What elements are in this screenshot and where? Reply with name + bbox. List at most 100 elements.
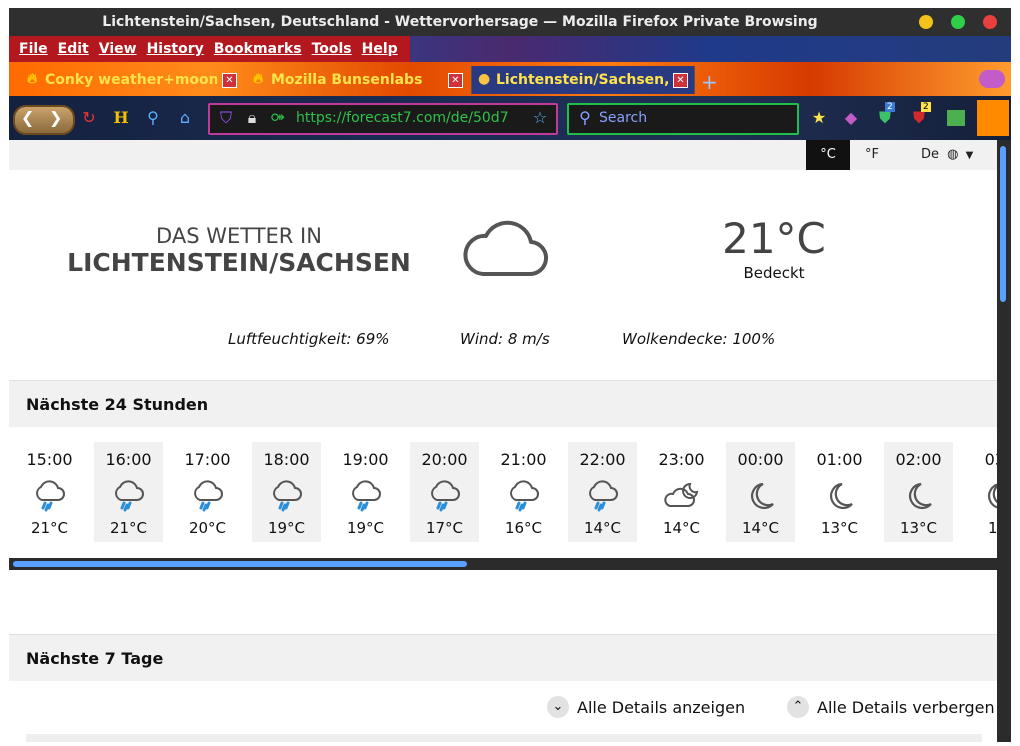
hourly-time: 21:00 — [500, 450, 547, 469]
home-icon[interactable]: ⌂ — [175, 108, 195, 128]
menu-tools[interactable]: Tools — [308, 36, 358, 62]
chevron-down-icon: ▼ — [965, 150, 974, 161]
hourly-item: 18:00 19°C — [252, 442, 321, 542]
menu-help[interactable]: Help — [358, 36, 404, 62]
fahrenheit-button[interactable]: °F — [850, 140, 894, 170]
search-placeholder: Search — [599, 110, 648, 126]
hourly-section-header: Nächste 24 Stunden — [9, 380, 997, 427]
hourly-item: 02:00 13°C — [884, 442, 953, 542]
hourly-item: 15:00 21°C — [15, 442, 84, 542]
horizontal-scrollbar[interactable] — [9, 558, 997, 570]
celsius-button[interactable]: °C — [806, 140, 850, 170]
hourly-temp: 14°C — [741, 519, 780, 537]
menu-bookmarks[interactable]: Bookmarks — [210, 36, 308, 62]
sidebar-extension-icon[interactable] — [947, 110, 965, 126]
menu-view[interactable]: View — [95, 36, 143, 62]
minimize-button[interactable] — [919, 15, 933, 29]
shield-icon[interactable]: ⛉ — [216, 108, 236, 128]
lock-icon[interactable]: 🔒︎ — [242, 108, 262, 128]
rain-cloud-icon — [585, 480, 621, 512]
menu-history[interactable]: History — [143, 36, 210, 62]
hourly-temp: 13°C — [899, 519, 938, 537]
back-arrow-icon[interactable]: ❮ — [21, 108, 34, 127]
hourly-time: 00:00 — [737, 450, 784, 469]
hourly-temp: 17°C — [425, 519, 464, 537]
hourly-time: 15:00 — [26, 450, 73, 469]
cloudy-icon — [463, 220, 548, 277]
bookmark-star-icon[interactable]: ☆ — [530, 108, 550, 128]
hourly-item: 16:00 21°C — [94, 442, 163, 542]
show-all-details-label: Alle Details anzeigen — [577, 698, 746, 717]
chevron-up-icon: ⌃ — [787, 696, 809, 718]
hourly-heading: Nächste 24 Stunden — [26, 395, 209, 414]
url-bar[interactable]: ⛉ 🔒︎ ⚩ https://forecast7.com/de/50d7 ☆ — [208, 103, 558, 135]
cloud-moon-icon — [664, 480, 700, 512]
rain-cloud-icon — [111, 480, 147, 512]
hourly-time: 23:00 — [658, 450, 705, 469]
rain-cloud-icon — [190, 480, 226, 512]
hourly-item: 20:00 17°C — [410, 442, 479, 542]
close-button[interactable] — [983, 15, 997, 29]
magnifier-icon[interactable]: ⚲ — [143, 108, 163, 128]
tab-forecast[interactable]: ● Lichtenstein/Sachsen, De ✕ — [471, 66, 695, 94]
language-selector[interactable]: De ◍ ▼ — [921, 147, 973, 162]
menu-file[interactable]: File — [15, 36, 54, 62]
back-forward-buttons: ❮ ❯ — [13, 105, 75, 135]
maximize-button[interactable] — [951, 15, 965, 29]
chevron-down-icon: ⌄ — [547, 696, 569, 718]
rain-cloud-icon — [32, 480, 68, 512]
hourly-time: 01:00 — [816, 450, 863, 469]
tab-conky[interactable]: 🔥︎ Conky weather+moon sc ✕ — [21, 66, 243, 94]
unit-selector-bar: °C °F De ◍ ▼ — [9, 140, 997, 170]
url-text[interactable]: https://forecast7.com/de/50d7 — [296, 110, 516, 126]
current-temperature: 21°C — [722, 214, 826, 263]
tab-bunsenlabs[interactable]: 🔥︎ Mozilla Bunsenlabs ✕ — [247, 66, 469, 94]
moon-icon — [822, 480, 858, 512]
mask-extension-icon[interactable]: ◆ — [841, 108, 861, 128]
close-tab-icon[interactable]: ✕ — [222, 73, 237, 88]
permissions-icon[interactable]: ⚩ — [268, 108, 288, 128]
hourly-time: 02:00 — [895, 450, 942, 469]
weather-favicon-icon: ● — [478, 71, 491, 87]
search-bar[interactable]: ⚲ Search — [567, 103, 799, 135]
bookmarks-star-icon[interactable]: ★ — [809, 108, 829, 128]
menu-items: File Edit View History Bookmarks Tools H… — [9, 36, 410, 62]
hide-all-details-label: Alle Details verbergen — [817, 698, 995, 717]
home-h-icon[interactable]: H — [111, 108, 131, 128]
menu-edit[interactable]: Edit — [54, 36, 95, 62]
moon-icon — [980, 480, 997, 512]
weekly-heading: Nächste 7 Tage — [26, 649, 164, 668]
vertical-scrollbar[interactable] — [997, 140, 1011, 742]
new-tab-icon[interactable]: + — [701, 70, 718, 94]
hourly-temp: 16°C — [504, 519, 543, 537]
navigation-toolbar: ❮ ❯ ↻ H ⚲ ⌂ ⛉ 🔒︎ ⚩ https://forecast7.com… — [9, 96, 1011, 140]
hourly-temp: 19°C — [267, 519, 306, 537]
close-tab-icon[interactable]: ✕ — [448, 73, 463, 88]
close-tab-icon[interactable]: ✕ — [673, 73, 688, 88]
language-label: De — [921, 147, 940, 162]
reload-icon[interactable]: ↻ — [79, 108, 99, 128]
window-title: Lichtenstein/Sachsen, Deutschland - Wett… — [102, 14, 818, 30]
hourly-time: 17:00 — [184, 450, 231, 469]
hourly-temp: 14°C — [662, 519, 701, 537]
forward-arrow-icon[interactable]: ❯ — [49, 108, 62, 127]
hourly-temp: 13 — [987, 519, 997, 537]
vertical-scrollbar-thumb[interactable] — [1000, 146, 1006, 302]
tab-label: Mozilla Bunsenlabs — [271, 72, 423, 88]
horizontal-scrollbar-thumb[interactable] — [13, 561, 467, 567]
page-content: °C °F De ◍ ▼ DAS WETTER IN LICHTENSTEIN/… — [9, 140, 1011, 742]
title-bar: Lichtenstein/Sachsen, Deutschland - Wett… — [9, 8, 1011, 36]
hourly-item: 23:00 14°C — [647, 442, 716, 542]
title-line-1: DAS WETTER IN — [156, 224, 322, 248]
hourly-temp: 21°C — [109, 519, 148, 537]
moon-icon — [743, 480, 779, 512]
tab-bar: 🔥︎ Conky weather+moon sc ✕ 🔥︎ Mozilla Bu… — [9, 62, 1011, 96]
rain-cloud-icon — [506, 480, 542, 512]
hourly-temp: 13°C — [820, 519, 859, 537]
hourly-temp: 14°C — [583, 519, 622, 537]
rain-cloud-icon — [348, 480, 384, 512]
tab-label: Lichtenstein/Sachsen, De — [496, 72, 668, 88]
hourly-temp: 19°C — [346, 519, 385, 537]
hourly-item: 17:00 20°C — [173, 442, 242, 542]
firefox-menu-icon[interactable] — [977, 100, 1009, 136]
